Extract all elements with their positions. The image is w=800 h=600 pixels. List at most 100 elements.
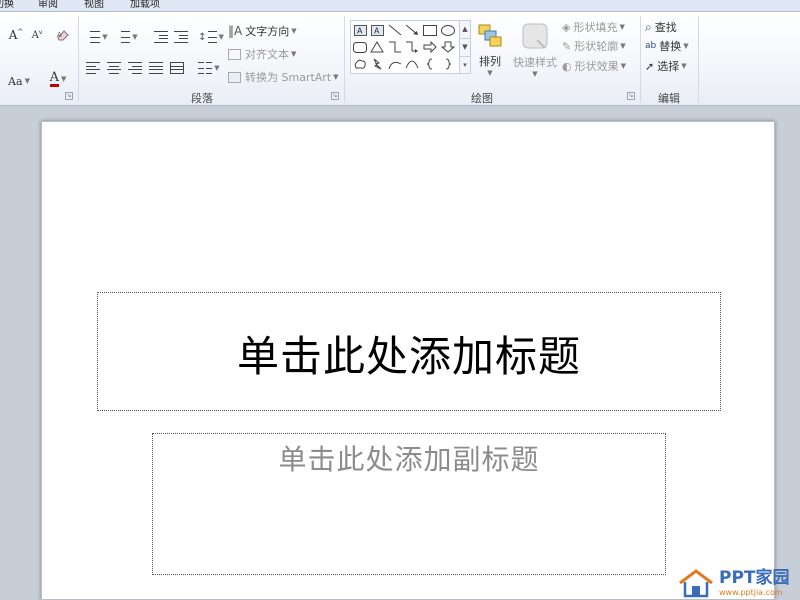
text-box-shape-icon[interactable]: A	[352, 23, 368, 37]
elbow-arrow-connector-shape-icon[interactable]	[404, 40, 420, 54]
tab-addins[interactable]: 加载项	[130, 0, 160, 10]
align-center-button[interactable]	[105, 59, 123, 77]
rounded-rectangle-shape-icon[interactable]	[352, 40, 368, 54]
arrange-button[interactable]: 排列 ▼	[476, 20, 504, 80]
align-right-button[interactable]	[126, 59, 144, 77]
find-button[interactable]: ⌕ 查找	[645, 18, 677, 36]
down-caret-icon: v	[38, 28, 43, 36]
numbering-button[interactable]: ▼	[114, 28, 140, 46]
convert-to-smartart-button[interactable]: 转换为 SmartArt ▼	[228, 68, 339, 86]
columns-icon	[198, 62, 213, 74]
tab-review[interactable]: 审阅	[38, 0, 58, 10]
line-spacing-button[interactable]: ↕ ▼	[198, 28, 224, 46]
align-text-button[interactable]: 对齐文本 ▼	[228, 45, 296, 63]
dropdown-arrow-icon: ▼	[24, 77, 30, 85]
drawing-dialog-launcher-icon[interactable]: ↘	[627, 92, 635, 100]
dropdown-arrow-icon: ▼	[291, 50, 297, 58]
smartart-icon	[228, 71, 241, 83]
justify-icon	[149, 62, 163, 74]
up-caret-icon: ^	[17, 27, 24, 36]
tab-view[interactable]: 视图	[84, 0, 104, 10]
cursor-arrow-icon: ➚	[645, 59, 655, 73]
justify-button[interactable]	[147, 59, 165, 77]
watermark: PPT家园 www.pptjia.com	[676, 566, 800, 600]
watermark-url: www.pptjia.com	[719, 587, 783, 597]
lightning-shape-icon[interactable]	[369, 57, 385, 71]
replace-icon: ab	[645, 41, 657, 51]
clear-formatting-button[interactable]: A	[52, 26, 74, 44]
curve-shape-icon[interactable]	[387, 57, 403, 71]
svg-text:A: A	[374, 26, 380, 35]
line-shape-icon[interactable]	[387, 23, 403, 37]
arrange-icon	[478, 24, 502, 47]
paragraph-group-label: 段落	[191, 92, 213, 105]
star-shape-icon[interactable]	[352, 57, 368, 71]
decrease-indent-button[interactable]	[152, 28, 170, 46]
drawing-group-label: 绘图	[471, 92, 493, 105]
gallery-scroll-down-icon[interactable]: ▼	[460, 39, 470, 57]
editing-group-label: 编辑	[658, 92, 680, 105]
bullets-button[interactable]: ▼	[84, 28, 110, 46]
gallery-more-icon[interactable]: ▾	[460, 57, 470, 75]
title-placeholder-text: 单击此处添加标题	[236, 332, 581, 381]
replace-button[interactable]: ab 替换 ▼	[645, 37, 689, 55]
paint-bucket-icon: ◈	[562, 20, 571, 34]
change-case-button[interactable]: Aa ▼	[4, 72, 34, 90]
text-direction-button[interactable]: ‖A 文字方向 ▼	[228, 22, 297, 40]
align-text-icon	[228, 48, 241, 60]
paragraph-dialog-launcher-icon[interactable]: ↘	[331, 92, 339, 100]
line-spacing-arrows-icon: ↕	[198, 31, 207, 43]
dropdown-arrow-icon: ▼	[619, 23, 625, 31]
down-arrow-shape-icon[interactable]	[440, 40, 456, 54]
elbow-connector-shape-icon[interactable]	[387, 40, 403, 54]
group-separator	[78, 16, 79, 102]
right-arrow-shape-icon[interactable]	[422, 40, 438, 54]
svg-text:A: A	[57, 31, 62, 39]
shrink-font-button[interactable]: Av	[28, 26, 46, 44]
increase-indent-button[interactable]	[172, 28, 190, 46]
arc-shape-icon[interactable]	[404, 57, 420, 71]
columns-button[interactable]: ▼	[196, 59, 222, 77]
shapes-gallery-scrollbar[interactable]: ▲ ▼ ▾	[459, 20, 471, 74]
dropdown-arrow-icon: ▼	[214, 64, 220, 72]
dropdown-arrow-icon: ▼	[681, 62, 687, 70]
shape-effects-icon: ◐	[562, 59, 572, 73]
subtitle-placeholder[interactable]: 单击此处添加副标题	[152, 433, 666, 575]
arrow-line-shape-icon[interactable]	[404, 23, 420, 37]
pencil-icon: ✎	[562, 39, 572, 53]
oval-shape-icon[interactable]	[440, 23, 456, 37]
triangle-shape-icon[interactable]	[369, 40, 385, 54]
dropdown-arrow-icon: ▼	[333, 73, 339, 81]
indent-icon	[174, 31, 188, 43]
shape-effects-button[interactable]: ◐ 形状效果 ▼	[562, 57, 626, 75]
select-button[interactable]: ➚ 选择 ▼	[645, 57, 687, 75]
shape-outline-button[interactable]: ✎ 形状轮廓 ▼	[562, 37, 626, 55]
svg-text:A: A	[357, 26, 363, 35]
grow-font-button[interactable]: A ^	[6, 26, 26, 44]
gallery-scroll-up-icon[interactable]: ▲	[460, 21, 470, 39]
ribbon: A ^ Av A Aa ▼ A ▼ ↘ ▼ ▼ ↕ ▼ ‖A 文字方向 ▼ 对齐文本 ▼ 转换…	[0, 12, 800, 106]
group-separator	[698, 16, 699, 102]
right-brace-shape-icon[interactable]	[440, 57, 456, 71]
title-placeholder[interactable]: 单击此处添加标题	[97, 292, 721, 411]
quick-styles-button[interactable]: 快速样式 ▼	[510, 20, 560, 80]
rectangle-shape-icon[interactable]	[422, 23, 438, 37]
dropdown-arrow-icon: ▼	[61, 75, 67, 83]
shape-fill-button[interactable]: ◈ 形状填充 ▼	[562, 18, 625, 36]
group-separator	[344, 16, 345, 102]
align-left-button[interactable]	[84, 59, 102, 77]
dropdown-arrow-icon: ▼	[102, 33, 108, 41]
align-left-icon	[86, 62, 100, 74]
align-center-icon	[107, 62, 121, 74]
shapes-gallery[interactable]: A A	[350, 20, 460, 74]
dropdown-arrow-icon: ▼	[620, 42, 626, 50]
distributed-icon	[170, 62, 184, 74]
vertical-text-box-shape-icon[interactable]: A	[369, 23, 385, 37]
numbered-list-icon	[116, 31, 131, 43]
font-dialog-launcher-icon[interactable]: ↘	[65, 92, 73, 100]
dropdown-arrow-icon: ▼	[291, 27, 297, 35]
left-brace-shape-icon[interactable]	[422, 57, 438, 71]
tab-transitions[interactable]: 切换	[0, 0, 14, 10]
distributed-button[interactable]	[168, 59, 186, 77]
font-color-button[interactable]: A ▼	[44, 70, 72, 88]
